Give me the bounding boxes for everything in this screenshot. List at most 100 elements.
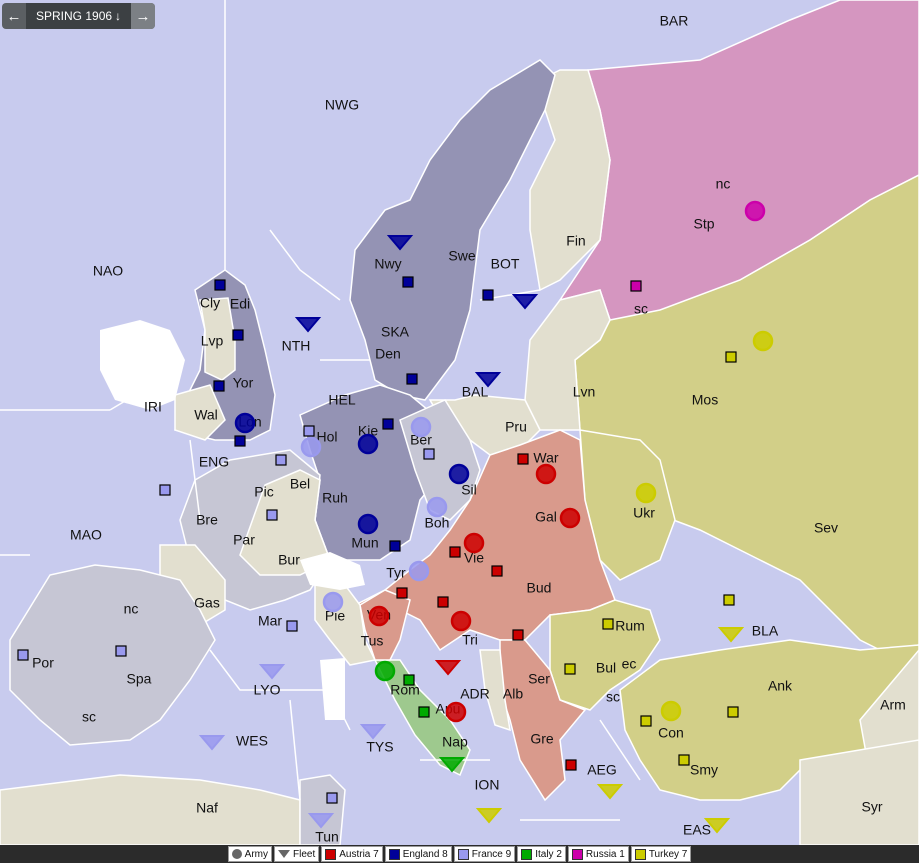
supply-center-bre [159,484,171,496]
province-label-spa_nc: nc [124,601,139,617]
army-france-boh[interactable] [426,496,448,518]
province-label-wal: Wal [194,407,218,423]
province-label-bla: BLA [752,623,779,639]
supply-center-bud [491,565,503,577]
province-label-gre: Gre [530,731,554,747]
army-france-tyr[interactable] [408,560,430,582]
province-label-iri: IRI [144,399,162,415]
supply-center-stp [630,280,642,292]
army-russia-stp[interactable] [744,200,766,222]
phase-toolbar: ← SPRING 1906 ↓ → [2,3,156,29]
supply-center-rum [602,618,614,630]
supply-center-nap [418,706,430,718]
supply-center-swe [482,289,494,301]
province-label-stp_nc: nc [716,176,731,192]
province-label-ion: ION [475,777,500,793]
province-label-nao: NAO [93,263,123,279]
province-label-mao: MAO [70,527,102,543]
province-label-pru: Pru [505,419,527,435]
province-label-gas: Gas [194,595,220,611]
supply-center-par [266,509,278,521]
supply-center-mun [389,540,401,552]
province-label-por: Por [32,655,54,671]
province-label-tyr: Tyr [386,565,406,581]
supply-center-mar [286,620,298,632]
supply-center-rom [403,674,415,686]
supply-center-edi [214,279,226,291]
province-label-edi: Edi [230,296,250,312]
province-label-gal: Gal [535,509,557,525]
province-label-wes: WES [236,733,268,749]
province-label-smy: Smy [690,762,718,778]
province-label-stp: Stp [693,216,714,232]
italy-swatch [521,848,533,860]
province-label-bel: Bel [290,476,310,492]
supply-center-gre [565,759,577,771]
legend-france: France 9 [453,846,516,862]
next-phase-button[interactable]: → [131,3,156,29]
army-england-lon[interactable] [234,412,256,434]
supply-center-lon [234,435,246,447]
army-france-pie[interactable] [322,591,344,613]
province-label-bar: BAR [660,13,689,29]
phase-selector[interactable]: SPRING 1906 ↓ [26,3,132,29]
army-france-ber[interactable] [410,416,432,438]
army-england-kie[interactable] [357,433,379,455]
supply-center-kie [382,418,394,430]
province-label-mar: Mar [258,613,282,629]
army-austria-vie[interactable] [463,532,485,554]
diplomacy-map[interactable]: BARNWGNAOClyEdiLvpYorWalLonIRIENGNTHSKAN… [0,0,919,845]
army-turkey-con[interactable] [660,700,682,722]
fleet-symbol-icon [278,850,290,858]
province-label-tys: TYS [366,739,393,755]
province-label-syr: Syr [862,799,883,815]
province-label-bul_ec: ec [622,656,637,672]
province-label-naf: Naf [196,800,218,816]
army-england-mun[interactable] [357,513,379,535]
province-label-lvn: Lvn [573,384,596,400]
province-label-lvp: Lvp [201,333,224,349]
england-swatch [388,848,400,860]
austria-swatch [325,848,337,860]
supply-center-nwy [402,276,414,288]
army-austria-gal[interactable] [559,507,581,529]
army-austria-ven[interactable] [368,605,390,627]
province-label-den: Den [375,346,401,362]
army-france-hol[interactable] [300,436,322,458]
supply-center-ser [512,629,524,641]
province-label-bal: BAL [462,384,489,400]
army-turkey-mos[interactable] [752,330,774,352]
supply-center-con [640,715,652,727]
supply-center-smy [678,754,690,766]
province-label-stp_sc: sc [634,301,648,317]
province-label-con: Con [658,725,684,741]
army-austria-war[interactable] [535,463,557,485]
army-turkey-ukr[interactable] [635,482,657,504]
army-austria-tri[interactable] [450,610,472,632]
province-label-swe: Swe [448,248,475,264]
province-label-cly: Cly [200,295,220,311]
province-label-adr: ADR [460,686,490,702]
province-label-bur: Bur [278,552,300,568]
province-label-mos: Mos [692,392,718,408]
legend-russia: Russia 1 [567,846,629,862]
map-canvas[interactable]: BARNWGNAOClyEdiLvpYorWalLonIRIENGNTHSKAN… [0,0,919,845]
province-label-spa: Spa [127,671,152,687]
province-label-tus: Tus [361,633,384,649]
supply-center-vie [449,546,461,558]
supply-center-ber [423,448,435,460]
army-england-sil[interactable] [448,463,470,485]
province-label-nwy: Nwy [374,256,401,272]
prev-phase-button[interactable]: ← [2,3,26,29]
province-label-war: War [533,450,558,466]
army-italy-rom[interactable] [374,660,396,682]
supply-center-ank [727,706,739,718]
army-austria-apu[interactable] [445,701,467,723]
province-label-bre: Bre [196,512,218,528]
province-label-spa_sc: sc [82,709,96,725]
province-label-ukr: Ukr [633,505,655,521]
province-label-mun: Mun [351,535,378,551]
supply-center-spa [115,645,127,657]
supply-center-tri [437,596,449,608]
province-label-eas: EAS [683,822,711,838]
